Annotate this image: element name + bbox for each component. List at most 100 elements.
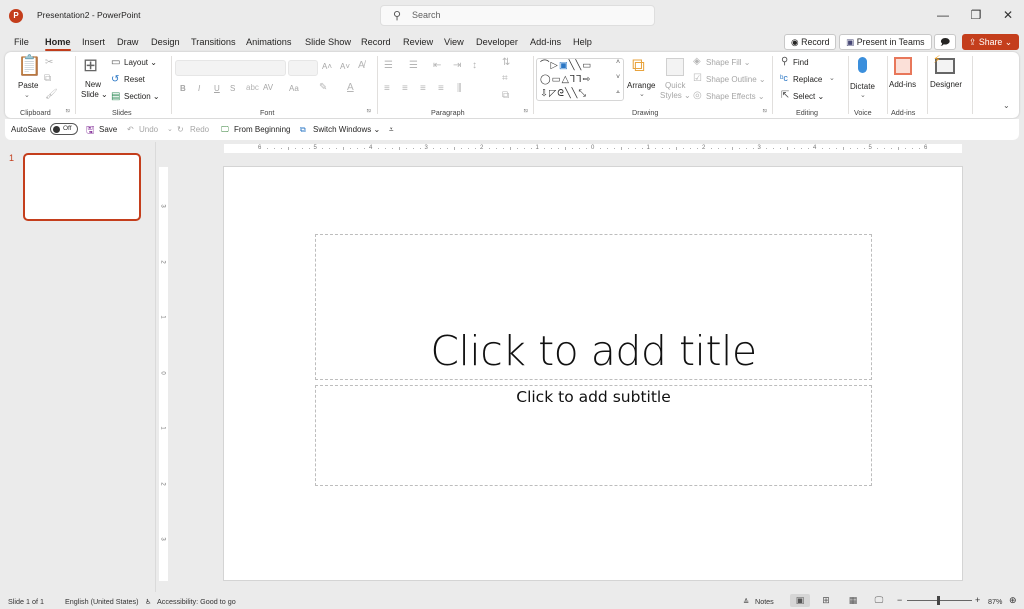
switch-windows-button[interactable]: Switch Windows ⌄ [313, 125, 380, 134]
font-launcher-icon[interactable]: ⧅ [367, 108, 371, 115]
tab-home[interactable]: Home [45, 37, 71, 51]
gallery-more-icon[interactable]: ⩡ [616, 89, 620, 96]
columns-icon[interactable]: ⫼ [457, 84, 462, 94]
tab-slide-show[interactable]: Slide Show [305, 37, 351, 47]
bold-button[interactable]: B [180, 84, 186, 93]
decrease-indent-icon[interactable]: ⇤ [433, 61, 441, 71]
from-beginning-button[interactable]: From Beginning [234, 125, 290, 134]
format-painter-icon[interactable]: 🖌 [45, 90, 58, 100]
text-direction-icon[interactable]: ⇅ [502, 58, 510, 68]
copy-icon[interactable]: ⧉ [44, 74, 51, 84]
language-indicator[interactable]: English (United States) [65, 597, 139, 606]
tab-record[interactable]: Record [361, 37, 391, 47]
autosave-toggle[interactable]: Off [50, 123, 78, 135]
font-size-combobox[interactable] [288, 60, 318, 76]
close-button[interactable]: ✕ [998, 8, 1018, 22]
paste-button[interactable]: Paste [18, 81, 38, 90]
increase-font-size-button[interactable]: A˄ [322, 62, 332, 71]
clear-formatting-icon[interactable]: A̸ [358, 61, 365, 71]
collapse-ribbon-icon[interactable]: ⌄ [1003, 102, 1010, 110]
align-text-icon[interactable]: ⌗ [502, 74, 508, 84]
minimize-button[interactable]: — [933, 8, 953, 22]
layout-button[interactable]: Layout ⌄ [124, 58, 157, 67]
slide-canvas[interactable]: Click to add title Click to add subtitle [223, 166, 963, 581]
replace-button[interactable]: Replace [793, 75, 822, 84]
record-button[interactable]: ◉ Record [784, 34, 837, 50]
share-button[interactable]: ⇪ Share ⌄ [962, 34, 1020, 50]
dictate-dropdown[interactable]: ⌄ [860, 91, 866, 99]
paste-dropdown[interactable]: ⌄ [24, 91, 30, 99]
add-ins-button[interactable]: Add-ins [889, 80, 916, 89]
bullets-icon[interactable]: ☰ [384, 61, 393, 71]
tab-design[interactable]: Design [151, 37, 180, 47]
select-button[interactable]: Select ⌄ [793, 92, 824, 101]
fit-to-window-icon[interactable]: ⊕ [1009, 595, 1017, 606]
highlight-icon[interactable]: ✎ [319, 83, 327, 93]
pane-splitter[interactable] [155, 142, 156, 592]
zoom-slider-thumb[interactable] [936, 596, 940, 605]
comments-button[interactable]: 🗩 [934, 34, 956, 50]
shape-outline-button[interactable]: Shape Outline ⌄ [706, 75, 766, 84]
increase-indent-icon[interactable]: ⇥ [453, 61, 461, 71]
normal-view-button[interactable]: ▣ [790, 594, 810, 607]
save-button[interactable]: Save [99, 125, 117, 134]
justify-icon[interactable]: ≡ [438, 84, 444, 94]
align-right-icon[interactable]: ≡ [420, 84, 426, 94]
shape-fill-button[interactable]: Shape Fill ⌄ [706, 58, 751, 67]
find-button[interactable]: Find [793, 58, 809, 67]
decrease-font-size-button[interactable]: A˅ [340, 62, 350, 71]
align-left-icon[interactable]: ≡ [384, 84, 390, 94]
character-spacing-button[interactable]: AV [263, 83, 273, 92]
new-slide-dropdown[interactable]: Slide ⌄ [81, 90, 108, 99]
tab-insert[interactable]: Insert [82, 37, 105, 47]
tab-view[interactable]: View [444, 37, 464, 47]
undo-dropdown[interactable]: ⌄ [167, 125, 173, 133]
cut-icon[interactable]: ✂ [45, 58, 53, 68]
dictate-button[interactable]: Dictate [850, 82, 875, 91]
zoom-level[interactable]: 87% [988, 597, 1002, 606]
present-in-teams-button[interactable]: ▣ Present in Teams [839, 34, 932, 50]
shadow-button[interactable]: S [230, 84, 235, 93]
customize-qat-icon[interactable]: ⩡ [389, 125, 394, 135]
align-center-icon[interactable]: ≡ [402, 84, 408, 94]
designer-button[interactable]: Designer [930, 80, 962, 89]
tab-animations[interactable]: Animations [246, 37, 291, 47]
undo-button[interactable]: Undo [139, 125, 158, 134]
tab-draw[interactable]: Draw [117, 37, 138, 47]
new-slide-button[interactable]: New [85, 80, 101, 89]
title-placeholder-text[interactable]: Click to add title [316, 327, 871, 375]
gallery-scroll-up-icon[interactable]: ˄ [616, 59, 620, 66]
strikethrough-icon[interactable]: abc [246, 84, 259, 92]
shapes-gallery[interactable]: ⌒▷▣╲╲▭ ◯▭△⅂⅂⇨ ⇩◸ᘓ╲╲⤡ [536, 58, 624, 101]
zoom-in-button[interactable]: + [975, 595, 980, 605]
paragraph-launcher-icon[interactable]: ⧅ [524, 108, 528, 115]
line-spacing-icon[interactable]: ↕ [472, 61, 477, 71]
clipboard-launcher-icon[interactable]: ⧅ [66, 108, 70, 115]
restore-button[interactable]: ❐ [966, 8, 986, 22]
tab-developer[interactable]: Developer [476, 37, 518, 47]
shape-effects-button[interactable]: Shape Effects ⌄ [706, 92, 765, 101]
quick-styles-button[interactable]: Quick [665, 81, 685, 90]
underline-button[interactable]: U [214, 84, 220, 93]
subtitle-placeholder-text[interactable]: Click to add subtitle [316, 388, 871, 406]
font-color-icon[interactable]: A [347, 83, 354, 93]
numbering-icon[interactable]: ☰ [409, 61, 418, 71]
slide-thumbnail[interactable] [23, 153, 141, 221]
quick-styles-dropdown[interactable]: Styles ⌄ [660, 91, 691, 100]
tab-help[interactable]: Help [573, 37, 592, 47]
font-name-combobox[interactable] [175, 60, 286, 76]
accessibility-status[interactable]: Accessibility: Good to go [157, 597, 236, 606]
slide-show-button[interactable]: 🖵 [869, 594, 889, 607]
search-input[interactable]: ⚲ Search [380, 5, 655, 26]
tab-review[interactable]: Review [403, 37, 433, 47]
zoom-slider[interactable] [907, 596, 972, 605]
reset-button[interactable]: Reset [124, 75, 145, 84]
subtitle-placeholder[interactable]: Click to add subtitle [315, 385, 872, 486]
italic-button[interactable]: I [198, 84, 200, 93]
tab-add-ins[interactable]: Add-ins [530, 37, 561, 47]
gallery-scroll-down-icon[interactable]: ˅ [616, 74, 620, 81]
arrange-button[interactable]: Arrange [627, 81, 655, 90]
redo-button[interactable]: Redo [190, 125, 209, 134]
tab-transitions[interactable]: Transitions [191, 37, 236, 47]
zoom-out-button[interactable]: − [897, 595, 902, 605]
